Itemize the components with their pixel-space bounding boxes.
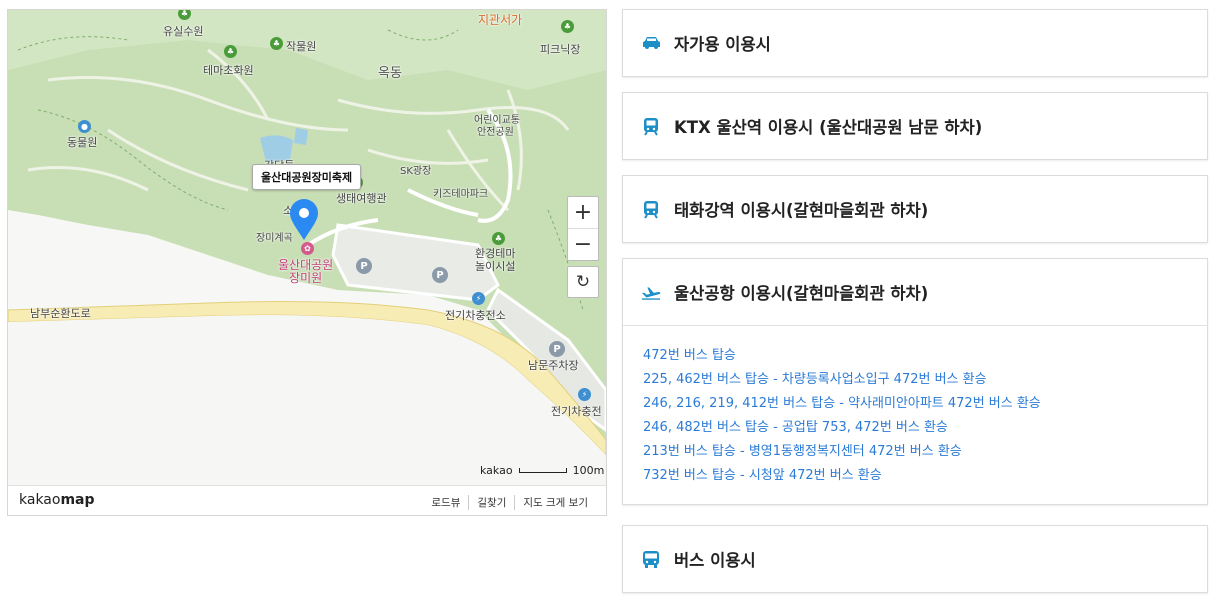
- zoom-in-button[interactable]: +: [568, 197, 598, 229]
- panel-car-header[interactable]: 자가용 이용시: [623, 10, 1207, 76]
- directions-link[interactable]: 길찾기: [468, 495, 514, 510]
- ev-charging-icon: ⚡: [472, 292, 485, 305]
- map-label-tema-flower: 테마초화원: [203, 64, 254, 77]
- map-scale: kakao 100m: [480, 464, 604, 477]
- panel-bus: 버스 이용시: [622, 525, 1208, 593]
- panel-airport: 울산공항 이용시(갈현마을회관 하차) 472번 버스 탑승 225, 462번…: [622, 258, 1208, 505]
- bus-icon: [641, 549, 661, 569]
- route-item[interactable]: 225, 462번 버스 탑승 - 차량등록사업소입구 472번 버스 환승: [643, 368, 1187, 392]
- parking-icon: P: [549, 341, 565, 357]
- scale-value: 100m: [572, 464, 605, 477]
- bigmap-link[interactable]: 지도 크게 보기: [514, 495, 596, 510]
- map-footer-links: 로드뷰 길찾기 지도 크게 보기: [423, 495, 596, 510]
- scale-brand: kakao: [480, 464, 513, 477]
- zoom-control: + −: [567, 196, 599, 261]
- map-label-ev-station-2: 전기차충전: [551, 405, 602, 418]
- train-icon: [641, 199, 661, 219]
- panel-car: 자가용 이용시: [622, 9, 1208, 77]
- panel-taehwagang: 태화강역 이용시(갈현마을회관 하차): [622, 175, 1208, 243]
- map-label-south-parking: 남문주차장: [528, 359, 579, 372]
- panel-title: 태화강역 이용시(갈현마을회관 하차): [674, 201, 929, 220]
- tree-icon: ♣: [270, 37, 283, 50]
- ev-charging-icon: ⚡: [578, 388, 591, 401]
- panel-title: KTX 울산역 이용시 (울산대공원 남문 하차): [674, 118, 983, 137]
- route-item[interactable]: 472번 버스 탑승: [643, 344, 1187, 368]
- map-label-picnic: 피크닉장: [540, 43, 581, 56]
- panel-airport-header[interactable]: 울산공항 이용시(갈현마을회관 하차): [623, 259, 1207, 325]
- map-label-rose-garden: 울산대공원 장미원: [278, 258, 334, 285]
- location-pin-icon[interactable]: [289, 199, 319, 241]
- map-label-sk-square: SK광장: [400, 166, 432, 177]
- kakaomap-logo[interactable]: kakaomap: [19, 492, 95, 508]
- roadview-link[interactable]: 로드뷰: [423, 495, 468, 510]
- panel-title: 자가용 이용시: [674, 35, 771, 54]
- train-icon: [641, 116, 661, 136]
- plane-icon: [641, 282, 661, 302]
- map-view[interactable]: ♣ 유실수원 ♣ 작물원 ♣ 테마초화원 옥동 지관서가 ♣ 피크닉장 ● 동물…: [7, 9, 607, 516]
- scale-bar: [518, 468, 567, 473]
- panel-taehwagang-header[interactable]: 태화강역 이용시(갈현마을회관 하차): [623, 176, 1207, 242]
- route-item[interactable]: 246, 216, 219, 412번 버스 탑승 - 약사래미안아파트 472…: [643, 392, 1187, 416]
- map-label-env-theme: 환경테마 놀이시설: [475, 247, 516, 273]
- map-label-children-park-2: 안전공원: [477, 127, 514, 138]
- route-item[interactable]: 246, 482번 버스 탑승 - 공업탑 753, 472번 버스 환승: [643, 416, 1187, 440]
- map-label-yusil: 유실수원: [163, 25, 204, 38]
- parking-icon: P: [356, 258, 372, 274]
- map-label-okdong: 옥동: [378, 66, 402, 81]
- zoo-icon: ●: [78, 120, 91, 133]
- map-label-kids-park: 키즈테마파크: [433, 189, 489, 200]
- panel-ktx-header[interactable]: KTX 울산역 이용시 (울산대공원 남문 하차): [623, 93, 1207, 159]
- reset-map-button[interactable]: ↻: [567, 266, 599, 298]
- map-label-nambu-road: 남부순환도로: [30, 307, 91, 320]
- map-label-zoo: 동물원: [67, 136, 98, 149]
- map-label-rose-valley: 장미계곡: [256, 233, 293, 244]
- parking-icon: P: [432, 267, 448, 283]
- car-icon: [641, 33, 661, 53]
- map-label-eco-hall: 생태여행관: [336, 192, 387, 205]
- map-footer: kakaomap 로드뷰 길찾기 지도 크게 보기: [8, 485, 606, 515]
- tree-icon: ♣: [561, 20, 574, 33]
- map-label-ev-station: 전기차충전소: [445, 309, 506, 322]
- rose-garden-icon: ✿: [301, 242, 314, 255]
- zoom-out-button[interactable]: −: [568, 229, 598, 260]
- panel-bus-header[interactable]: 버스 이용시: [623, 526, 1207, 592]
- route-item[interactable]: 213번 버스 탑승 - 병영1동행정복지센터 472번 버스 환승: [643, 440, 1187, 464]
- panel-title: 버스 이용시: [674, 551, 756, 570]
- route-item[interactable]: 732번 버스 탑승 - 시청앞 472번 버스 환승: [643, 464, 1187, 488]
- tree-icon: ♣: [492, 232, 505, 245]
- tree-icon: ♣: [224, 45, 237, 58]
- route-list: 472번 버스 탑승 225, 462번 버스 탑승 - 차량등록사업소입구 4…: [623, 325, 1207, 504]
- map-label-jakmul: 작물원: [286, 40, 317, 53]
- panel-title: 울산공항 이용시(갈현마을회관 하차): [674, 284, 929, 303]
- panel-ktx: KTX 울산역 이용시 (울산대공원 남문 하차): [622, 92, 1208, 160]
- pin-label[interactable]: 울산대공원장미축제: [252, 164, 362, 190]
- map-label-jigwanseoga: 지관서가: [478, 13, 523, 27]
